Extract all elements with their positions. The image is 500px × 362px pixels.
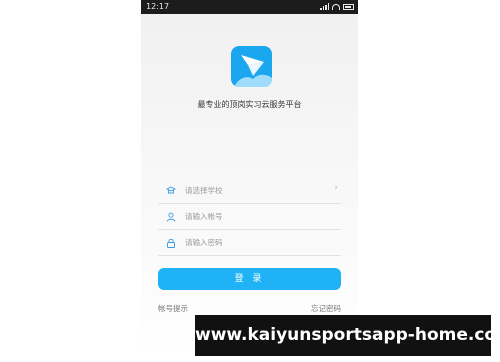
password-placeholder: 请输入密码: [185, 238, 223, 247]
chevron-right-icon: ›: [334, 183, 338, 193]
user-icon: [166, 212, 176, 222]
school-select-placeholder: 请选择学校: [185, 186, 223, 195]
forgot-password-link[interactable]: 忘记密码: [311, 303, 341, 314]
account-placeholder: 请输入帐号: [185, 212, 223, 221]
login-button[interactable]: 登 录: [158, 268, 341, 290]
account-hint-link[interactable]: 帐号提示: [158, 303, 188, 314]
school-select[interactable]: 请选择学校 ›: [158, 178, 341, 204]
phone-screen: 12:17 最专业的顶岗实习云服务平台 请选择学校 › 请输入帐号 请输入密码 …: [141, 0, 358, 362]
watermark-banner: www.kaiyunsportsapp-home.com: [195, 315, 491, 356]
school-icon: [166, 186, 176, 194]
account-input[interactable]: 请输入帐号: [158, 204, 341, 230]
lock-icon: [167, 238, 175, 248]
password-input[interactable]: 请输入密码: [158, 230, 341, 256]
status-bar: 12:17: [141, 0, 358, 14]
status-icons: [320, 3, 354, 10]
paper-plane-icon: [234, 55, 272, 87]
wifi-icon: [332, 3, 340, 10]
status-time: 12:17: [146, 2, 170, 11]
app-logo: [231, 46, 272, 87]
signal-icon: [320, 3, 329, 10]
battery-icon: [343, 3, 354, 10]
app-slogan: 最专业的顶岗实习云服务平台: [197, 100, 302, 109]
